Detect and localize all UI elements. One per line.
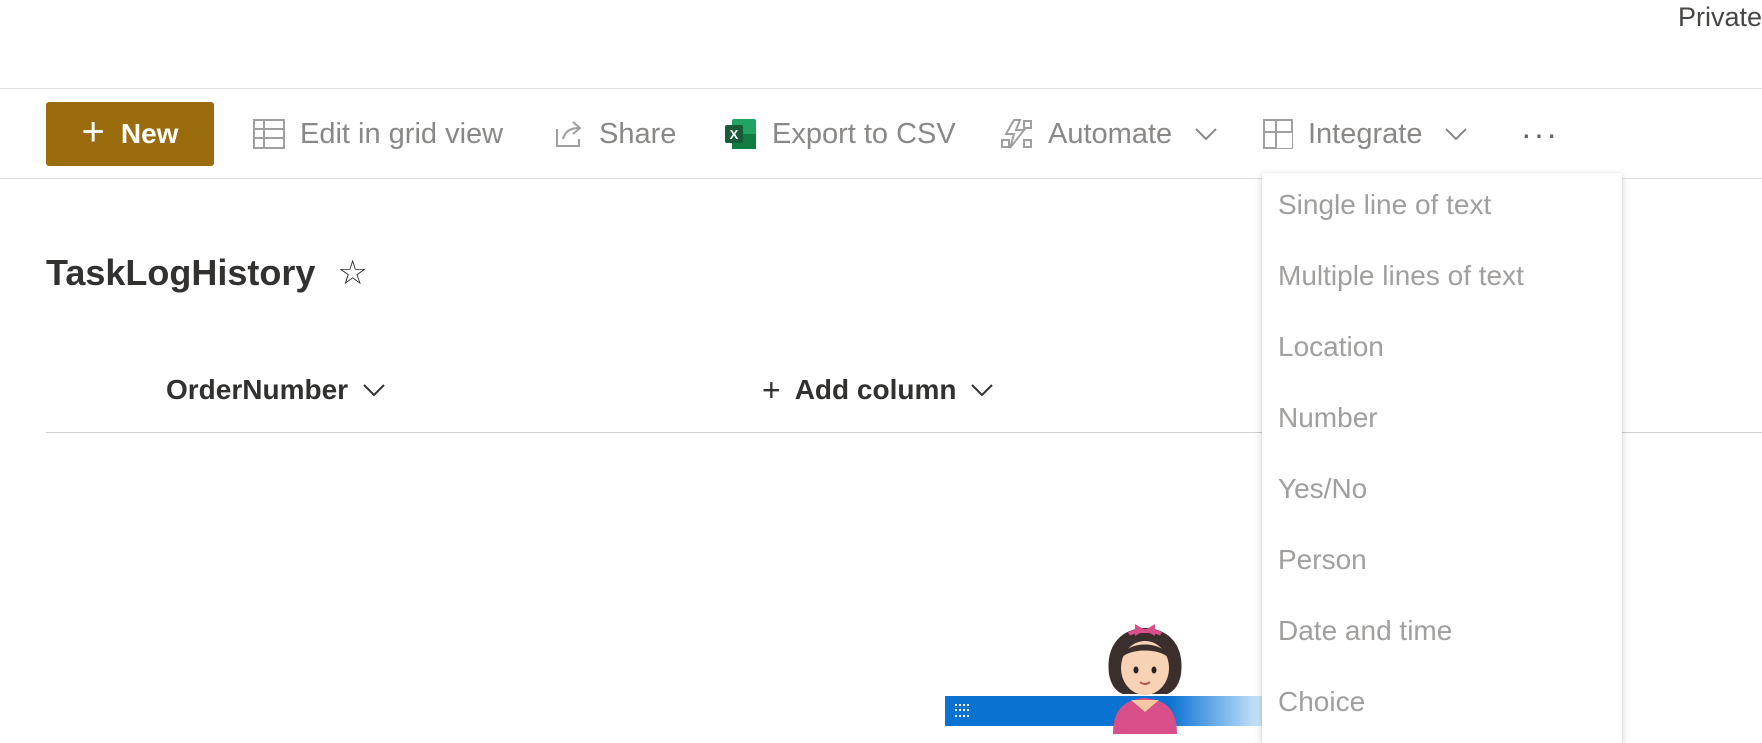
- plus-icon: +: [81, 110, 105, 154]
- mascot-illustration: [1108, 624, 1182, 734]
- menu-item-yes-no[interactable]: Yes/No: [1278, 473, 1367, 505]
- integrate-icon: [1263, 119, 1293, 149]
- privacy-label: Private: [1677, 2, 1762, 32]
- excel-icon: X: [725, 119, 756, 149]
- integrate-label: Integrate: [1308, 117, 1423, 150]
- integrate-button[interactable]: Integrate: [1262, 102, 1468, 166]
- star-icon[interactable]: ☆: [337, 253, 367, 293]
- automate-icon: [1001, 119, 1032, 149]
- automate-label: Automate: [1048, 117, 1173, 150]
- menu-item-single-line-text[interactable]: Single line of text: [1278, 189, 1491, 221]
- edit-grid-view-button[interactable]: Edit in grid view: [252, 102, 503, 166]
- menu-item-choice[interactable]: Choice: [1278, 686, 1365, 718]
- header-divider: [0, 88, 1762, 89]
- column-header-label: OrderNumber: [166, 374, 349, 405]
- command-bar: + New Edit in grid view Share X Export t…: [0, 90, 1762, 179]
- list-header: TaskLogHistory ☆: [46, 252, 368, 294]
- edit-grid-view-label: Edit in grid view: [300, 117, 504, 150]
- menu-item-location[interactable]: Location: [1278, 331, 1384, 363]
- svg-text:X: X: [730, 127, 739, 142]
- share-label: Share: [599, 117, 677, 150]
- new-button[interactable]: + New: [46, 102, 214, 166]
- export-csv-label: Export to CSV: [772, 117, 956, 150]
- menu-item-number[interactable]: Number: [1278, 402, 1378, 434]
- grip-icon[interactable]: [955, 704, 971, 718]
- menu-item-person[interactable]: Person: [1278, 544, 1367, 576]
- automate-button[interactable]: Automate: [1000, 102, 1218, 166]
- page-title: TaskLogHistory: [46, 252, 316, 293]
- share-icon: [556, 121, 582, 147]
- chevron-down-icon: [971, 384, 994, 397]
- new-button-label: New: [120, 118, 179, 149]
- chevron-down-icon: [363, 384, 385, 397]
- add-column-button[interactable]: + Add column: [762, 364, 994, 416]
- add-column-label: Add column: [794, 374, 957, 405]
- more-options-button[interactable]: ···: [1518, 102, 1562, 166]
- chevron-down-icon: [1445, 128, 1468, 141]
- menu-item-date-time[interactable]: Date and time: [1278, 615, 1452, 647]
- export-csv-button[interactable]: X Export to CSV: [724, 102, 956, 166]
- grid-icon: [253, 119, 285, 149]
- column-type-menu: Single line of text Multiple lines of te…: [1262, 173, 1622, 743]
- share-button[interactable]: Share: [553, 102, 676, 166]
- plus-icon: +: [762, 371, 781, 408]
- column-header-ordernumber[interactable]: OrderNumber: [166, 364, 386, 416]
- menu-item-multiple-lines-text[interactable]: Multiple lines of text: [1278, 260, 1524, 292]
- chevron-down-icon: [1195, 128, 1217, 141]
